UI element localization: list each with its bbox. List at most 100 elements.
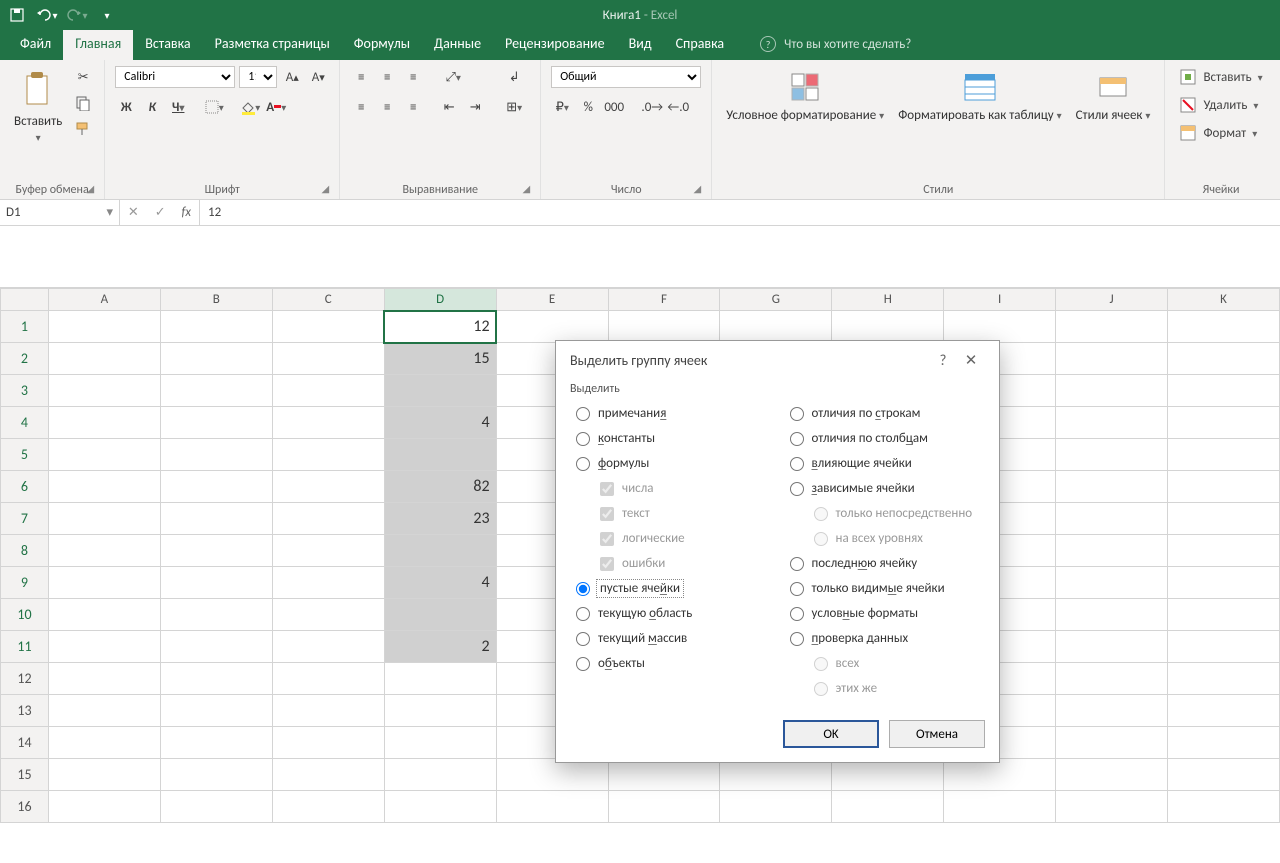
align-center-icon[interactable]: ≡ xyxy=(376,96,398,118)
cell[interactable] xyxy=(48,503,160,535)
row-header[interactable]: 13 xyxy=(1,695,49,727)
cell[interactable] xyxy=(272,471,384,503)
format-cells-button[interactable]: Формат ▾ xyxy=(1175,122,1266,144)
cell[interactable] xyxy=(272,759,384,791)
shrink-font-icon[interactable]: A▾ xyxy=(307,66,329,88)
cell[interactable] xyxy=(48,759,160,791)
cell[interactable] xyxy=(272,311,384,343)
ok-button[interactable]: OK xyxy=(783,720,879,748)
font-color-icon[interactable]: А▾ xyxy=(265,96,287,118)
cut-icon[interactable]: ✂ xyxy=(72,66,94,88)
cell[interactable] xyxy=(160,503,272,535)
format-painter-icon[interactable] xyxy=(72,118,94,140)
cell[interactable]: 4 xyxy=(384,407,496,439)
align-bottom-icon[interactable]: ≡ xyxy=(402,66,424,88)
cell[interactable] xyxy=(944,311,1056,343)
percent-format-icon[interactable]: % xyxy=(577,96,599,118)
column-header[interactable]: F xyxy=(608,289,720,311)
cell[interactable] xyxy=(1056,791,1168,823)
cell[interactable]: 4 xyxy=(384,567,496,599)
underline-button[interactable]: Ч ▾ xyxy=(167,96,189,118)
cell[interactable] xyxy=(160,695,272,727)
cell[interactable] xyxy=(48,375,160,407)
radio-option[interactable]: отличия по строкам xyxy=(784,406,986,421)
cell[interactable] xyxy=(272,567,384,599)
cell[interactable] xyxy=(272,503,384,535)
wrap-text-icon[interactable]: ↲ xyxy=(498,66,530,88)
cell[interactable] xyxy=(48,567,160,599)
cell[interactable] xyxy=(832,759,944,791)
cell[interactable] xyxy=(1168,567,1280,599)
cell[interactable] xyxy=(48,439,160,471)
format-as-table-button[interactable]: Форматировать как таблицу ▾ xyxy=(894,66,1065,128)
qat-customize-icon[interactable]: ▾ xyxy=(96,4,118,26)
cell[interactable] xyxy=(720,791,832,823)
accept-formula-icon[interactable]: ✓ xyxy=(155,205,166,220)
cell[interactable] xyxy=(384,791,496,823)
cell[interactable] xyxy=(1056,535,1168,567)
cell[interactable] xyxy=(1168,535,1280,567)
row-header[interactable]: 16 xyxy=(1,791,49,823)
increase-decimal-icon[interactable]: .0→ xyxy=(641,96,663,118)
radio-option[interactable]: примечания xyxy=(570,406,772,421)
cell[interactable] xyxy=(1056,567,1168,599)
cell[interactable] xyxy=(272,535,384,567)
comma-format-icon[interactable]: 000 xyxy=(603,96,625,118)
undo-icon[interactable]: ▾ xyxy=(36,4,58,26)
column-header[interactable]: D xyxy=(384,289,496,311)
cell[interactable] xyxy=(48,471,160,503)
cell[interactable] xyxy=(832,311,944,343)
row-header[interactable]: 6 xyxy=(1,471,49,503)
tab-разметка страницы[interactable]: Разметка страницы xyxy=(203,29,342,60)
cell[interactable] xyxy=(1056,343,1168,375)
cell[interactable] xyxy=(160,759,272,791)
borders-icon[interactable]: ▾ xyxy=(203,96,225,118)
radio-option[interactable]: зависимые ячейки xyxy=(784,481,986,496)
cell[interactable] xyxy=(1056,311,1168,343)
cancel-formula-icon[interactable]: ✕ xyxy=(128,205,139,220)
cell[interactable] xyxy=(384,727,496,759)
cell[interactable] xyxy=(1168,343,1280,375)
accounting-format-icon[interactable]: ₽▾ xyxy=(551,96,573,118)
tab-главная[interactable]: Главная xyxy=(63,29,133,60)
help-icon[interactable]: ? xyxy=(929,352,957,370)
cell[interactable]: 12 xyxy=(384,311,496,343)
cell[interactable] xyxy=(1056,407,1168,439)
radio-option[interactable]: константы xyxy=(570,431,772,446)
row-header[interactable]: 8 xyxy=(1,535,49,567)
cell[interactable] xyxy=(160,407,272,439)
cell[interactable] xyxy=(1056,695,1168,727)
copy-icon[interactable] xyxy=(72,92,94,114)
cell[interactable] xyxy=(160,567,272,599)
cell[interactable] xyxy=(720,311,832,343)
tab-справка[interactable]: Справка xyxy=(664,29,737,60)
cell[interactable] xyxy=(1056,599,1168,631)
align-top-icon[interactable]: ≡ xyxy=(350,66,372,88)
cell[interactable] xyxy=(48,599,160,631)
save-icon[interactable] xyxy=(6,4,28,26)
row-header[interactable]: 12 xyxy=(1,663,49,695)
indent-decrease-icon[interactable]: ⇤ xyxy=(438,96,460,118)
radio-option[interactable]: отличия по столбцам xyxy=(784,431,986,446)
italic-button[interactable]: К xyxy=(141,96,163,118)
cell[interactable] xyxy=(48,791,160,823)
tab-вставка[interactable]: Вставка xyxy=(133,29,202,60)
cell[interactable] xyxy=(48,663,160,695)
cell[interactable] xyxy=(720,759,832,791)
number-launcher-icon[interactable]: ◢ xyxy=(694,182,702,195)
cell[interactable] xyxy=(1168,471,1280,503)
grow-font-icon[interactable]: A▴ xyxy=(281,66,303,88)
cell[interactable] xyxy=(48,311,160,343)
align-middle-icon[interactable]: ≡ xyxy=(376,66,398,88)
column-header[interactable]: H xyxy=(832,289,944,311)
cell[interactable]: 23 xyxy=(384,503,496,535)
radio-option[interactable]: пустые ячейки xyxy=(570,581,772,596)
radio-option[interactable]: проверка данных xyxy=(784,631,986,646)
cell[interactable] xyxy=(384,663,496,695)
column-header[interactable]: E xyxy=(496,289,608,311)
cell[interactable] xyxy=(384,439,496,471)
align-launcher-icon[interactable]: ◢ xyxy=(523,182,531,195)
cell[interactable] xyxy=(1056,471,1168,503)
cell[interactable] xyxy=(1168,311,1280,343)
radio-option[interactable]: текущий массив xyxy=(570,631,772,646)
